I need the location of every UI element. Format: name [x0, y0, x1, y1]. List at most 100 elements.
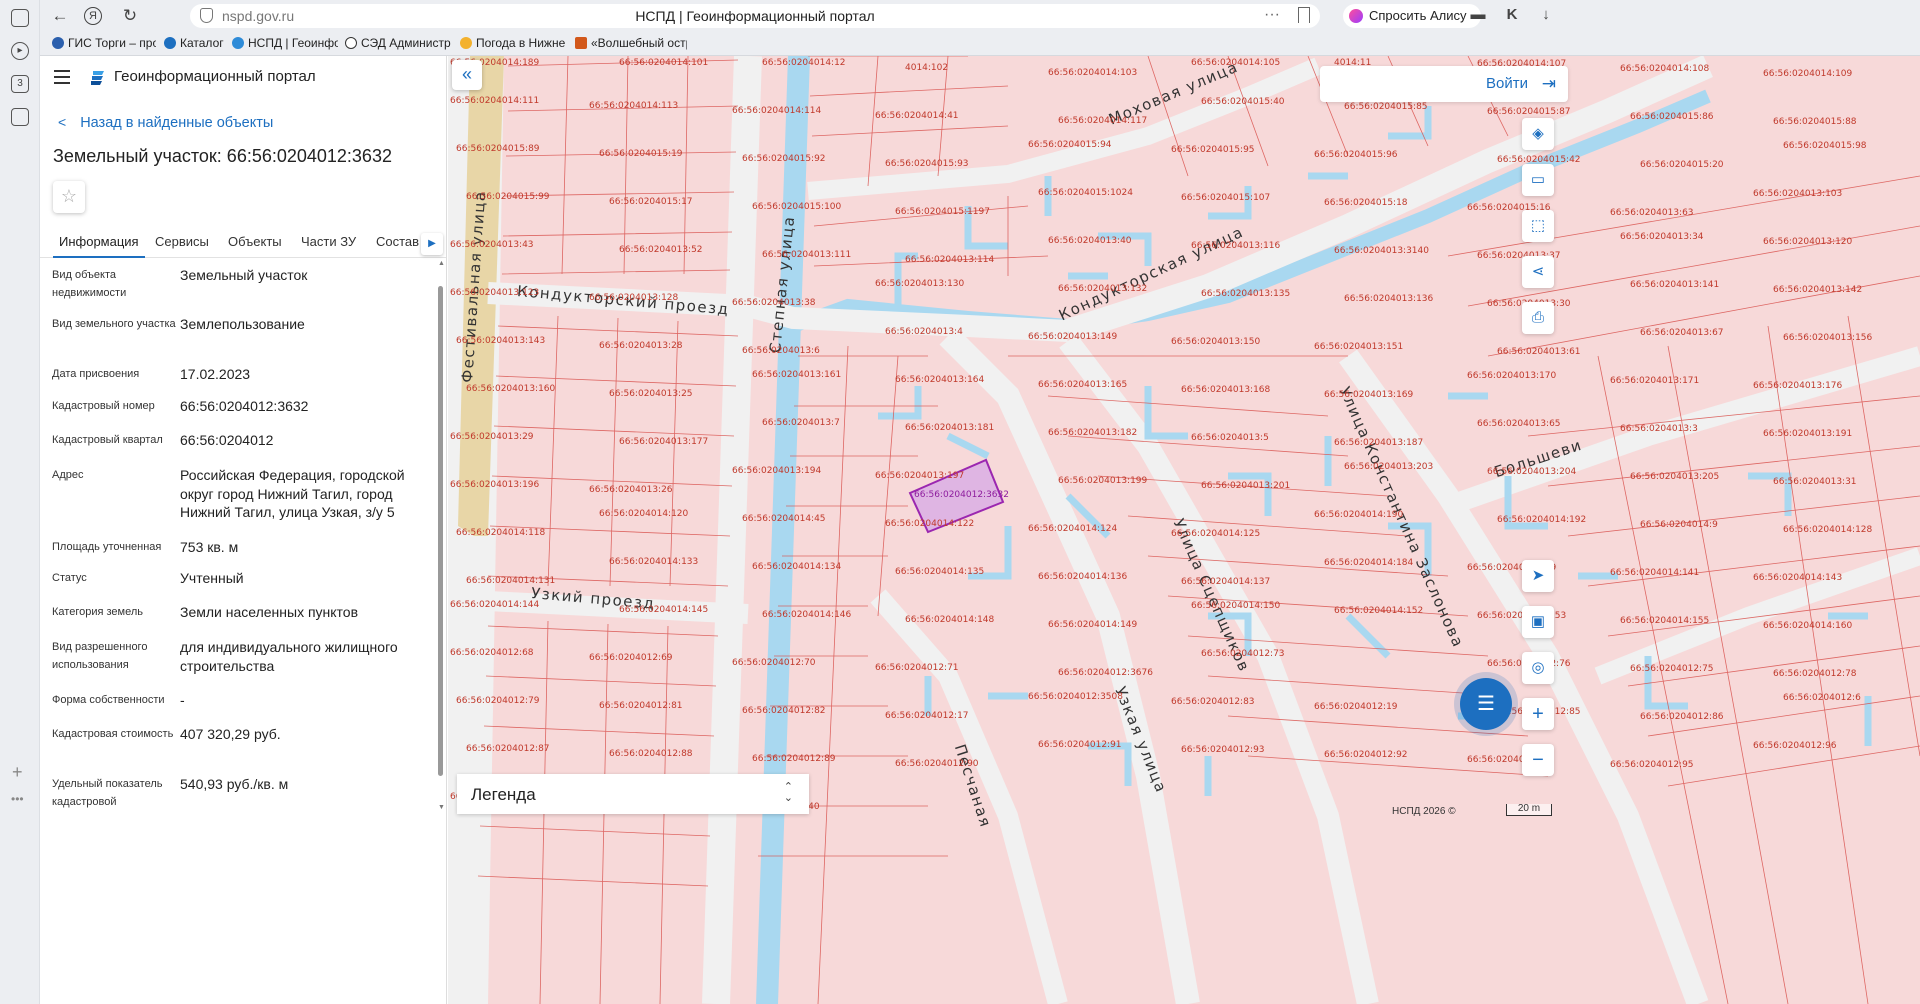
minimap-icon[interactable]: ▣	[1522, 606, 1554, 638]
parcel-label: 66:56:0204015:18	[1324, 198, 1408, 208]
parcel-label: 66:56:0204013:149	[1028, 332, 1118, 342]
tab-objects[interactable]: Объекты	[228, 234, 282, 249]
k-extension-icon[interactable]: K	[1502, 6, 1522, 26]
parcel-label: 66:56:0204013:187	[1334, 438, 1424, 448]
parcel-label: 66:56:0204012:19	[1314, 702, 1398, 712]
parcel-label: 66:56:0204014:137	[1181, 577, 1271, 587]
more-dots-icon[interactable]: •••	[11, 792, 24, 806]
extension-icon[interactable]: ▬	[1468, 6, 1488, 26]
zoom-out-icon[interactable]: −	[1522, 744, 1554, 776]
yandex-icon[interactable]: Я	[84, 7, 102, 25]
bookmark-icon[interactable]	[1298, 7, 1310, 23]
parcel-label: 66:56:0204012:86	[1640, 712, 1724, 722]
tab-count-badge[interactable]: 3	[11, 75, 29, 93]
parcel-label: 66:56:0204015:96	[1314, 150, 1398, 160]
menu-icon[interactable]	[54, 70, 70, 84]
parcel-label: 66:56:0204014:120	[599, 509, 689, 519]
bookmark-item[interactable]: ГИС Торги – прод	[52, 36, 156, 50]
parcel-label: 66:56:0204014:148	[905, 615, 995, 625]
tabs-next-icon[interactable]: ▶	[421, 233, 443, 255]
parcel-label: 66:56:0204013:160	[466, 384, 556, 394]
back-arrow-icon[interactable]: ←	[50, 6, 70, 26]
legend-dropdown[interactable]: Легенда ⌃ ⌄	[457, 774, 809, 814]
favorite-star-icon[interactable]: ☆	[53, 181, 85, 213]
address-bar[interactable]: nspd.gov.ru НСПД | Геоинформационный пор…	[190, 4, 1320, 28]
tab-information[interactable]: Информация	[53, 234, 145, 258]
object-info-panel: Геоинформационный портал < Назад в найден…	[40, 56, 447, 1004]
parcel-label: 66:56:0204013:201	[1201, 481, 1291, 491]
parcel-label: 66:56:0204014:134	[752, 562, 842, 572]
parcel-label: 66:56:0204013:132	[1058, 284, 1148, 294]
parcel-label: 66:56:0204012:88	[609, 749, 693, 759]
parcel-label: 66:56:0204014:122	[885, 519, 975, 529]
add-panel-icon[interactable]: +	[12, 762, 23, 783]
more-icon[interactable]: ···	[1264, 6, 1280, 24]
scroll-down-icon[interactable]: ▼	[438, 804, 445, 811]
bookmark-favicon-icon	[345, 37, 357, 49]
camera-icon[interactable]	[11, 108, 29, 126]
tab-services[interactable]: Сервисы	[155, 234, 209, 249]
select-area-icon[interactable]: ⬚	[1522, 210, 1554, 242]
parcel-label: 66:56:0204012:90	[895, 759, 979, 769]
parcel-label: 66:56:0204013:150	[1171, 337, 1261, 347]
parcel-label: 66:56:0204014:144	[450, 600, 540, 610]
find-location-icon[interactable]: ◎	[1522, 652, 1554, 684]
download-icon[interactable]: ↓	[1536, 6, 1556, 26]
parcel-label: 66:56:0204013:161	[752, 370, 842, 380]
panel-scrollbar[interactable]	[438, 286, 443, 776]
scroll-up-icon[interactable]: ▲	[438, 260, 445, 267]
info-value: Земли населенных пунктов	[180, 604, 359, 620]
bookmark-item[interactable]: Каталог	[164, 36, 226, 50]
tab-composition[interactable]: Состав	[376, 234, 419, 249]
notes-icon[interactable]	[11, 9, 29, 27]
parcel-label: 66:56:0204014:105	[1191, 58, 1281, 68]
info-label: Форма собственности	[52, 694, 165, 706]
parcel-label: 66:56:0204014:190	[1314, 510, 1404, 520]
parcel-label: 66:56:0204012:93	[1181, 745, 1265, 755]
play-icon[interactable]: ▸	[11, 42, 29, 60]
parcel-label: 66:56:0204015:17	[609, 197, 693, 207]
parcel-label: 66:56:0204013:3140	[1334, 246, 1429, 256]
info-label: Адрес	[52, 469, 84, 481]
parcel-label: 66:56:0204012:3676	[1058, 668, 1153, 678]
bookmark-favicon-icon	[575, 37, 587, 49]
bookmark-item[interactable]: СЭД Администра	[345, 36, 451, 50]
bookmark-item[interactable]: Погода в Нижнем	[460, 36, 566, 50]
tab-parts[interactable]: Части ЗУ	[301, 234, 356, 249]
bookmark-item[interactable]: «Волшебный остр	[575, 36, 687, 50]
parcel-label: 66:56:0204013:103	[1753, 189, 1843, 199]
reload-icon[interactable]: ↻	[120, 6, 140, 26]
alice-button[interactable]: Спросить Алису AI	[1343, 4, 1481, 47]
zoom-in-icon[interactable]: +	[1522, 698, 1554, 730]
parcel-label: 66:56:0204013:120	[1763, 237, 1853, 247]
collapse-panel-icon[interactable]: «	[452, 60, 482, 90]
ruler-icon[interactable]: ▭	[1522, 164, 1554, 196]
parcel-label: 66:56:0204014:101	[619, 58, 709, 68]
info-value: -	[180, 692, 185, 708]
info-label: Категория земель	[52, 606, 143, 618]
chat-icon[interactable]: ☰	[1460, 678, 1512, 730]
parcel-label: 66:56:0204014:9	[1640, 520, 1718, 530]
login-button[interactable]: Войти ⇥	[1320, 66, 1568, 102]
parcel-label: 66:56:0204013:38	[732, 298, 816, 308]
parcel-label: 66:56:0204015:89	[456, 144, 540, 154]
parcel-label: 66:56:0204013:177	[619, 437, 709, 447]
parcel-label: 66:56:0204013:40	[1048, 236, 1132, 246]
chevron-left-icon: <	[58, 114, 67, 130]
legend-toggle-icon: ⌃ ⌄	[783, 781, 793, 804]
parcel-label: 66:56:0204014:111	[450, 96, 540, 106]
layers-icon[interactable]: ◈	[1522, 118, 1554, 150]
parcel-label: 66:56:0204013:65	[1477, 419, 1561, 429]
locate-icon[interactable]: ➤	[1522, 560, 1554, 592]
bookmark-item[interactable]: НСПД | Геоинфор	[232, 36, 338, 50]
bookmarks-bar: ГИС Торги – прод Каталог НСПД | Геоинфор…	[40, 32, 1920, 56]
parcel-label: 66:56:0204015:92	[742, 154, 826, 164]
parcel-label: 66:56:0204014:150	[1191, 601, 1281, 611]
browser-sidebar: ▸ 3 + •••	[0, 0, 40, 1004]
cadastral-map[interactable]: Фестивальная улица Кондукторский проезд …	[448, 56, 1920, 1004]
portal-title: Геоинформационный портал	[114, 68, 316, 85]
parcel-label: 66:56:0204012:68	[450, 648, 534, 658]
share-icon[interactable]: ⋖	[1522, 256, 1554, 288]
print-icon[interactable]: ⎙	[1522, 302, 1554, 334]
back-to-results-link[interactable]: < Назад в найденные объекты	[58, 114, 273, 131]
